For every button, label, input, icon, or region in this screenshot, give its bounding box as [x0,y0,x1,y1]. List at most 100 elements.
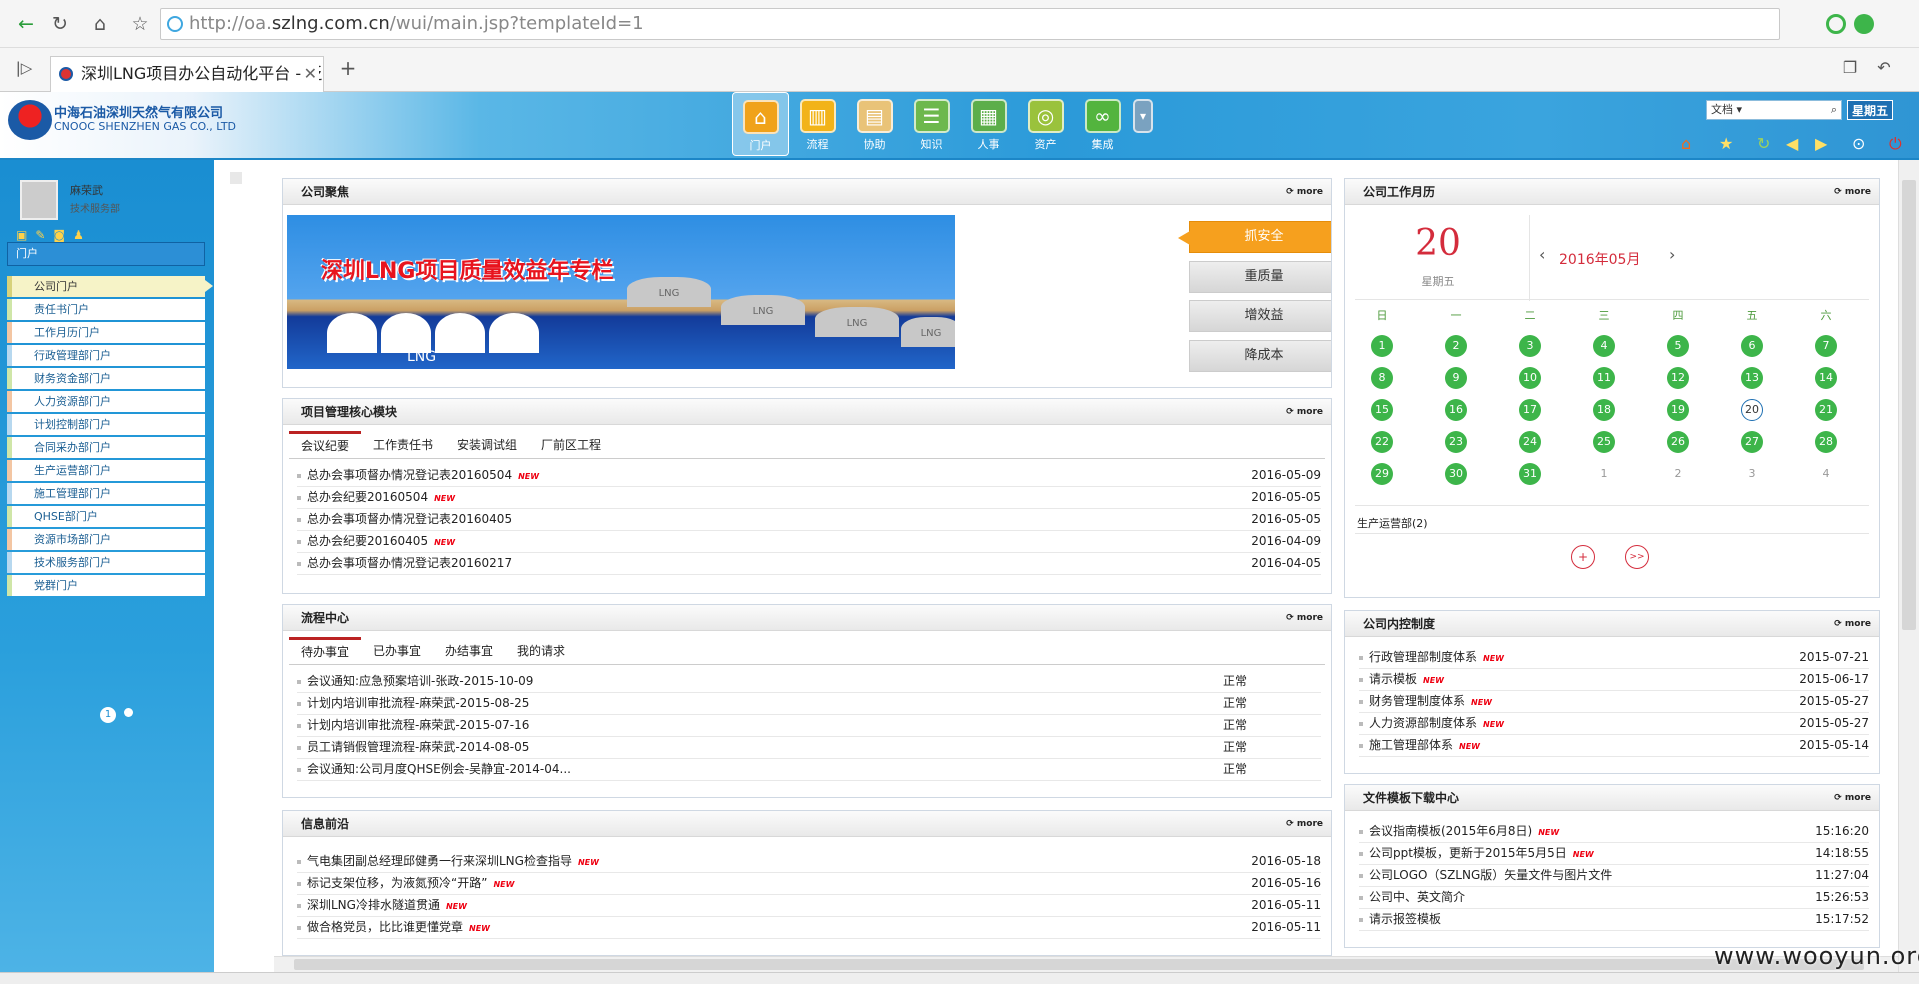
list-item[interactable]: 请示报签模板 15:17:52 [1359,909,1869,931]
calendar-day-cell[interactable]: 31 [1519,463,1541,485]
calendar-day-cell[interactable]: 21 [1815,399,1837,421]
search-input[interactable]: 文档 ▾ ⌕ [1706,100,1842,120]
sidebar-item-tech[interactable]: 技术服务部门户 [7,552,205,573]
sidebar-item-procurement[interactable]: 合同采办部门户 [7,437,205,458]
module-knowledge[interactable]: ☰ 知识 [903,92,960,156]
calendar-day-cell[interactable]: 17 [1519,399,1541,421]
focus-cost-button[interactable]: 降成本 [1189,340,1331,372]
list-item[interactable]: 标记支架位移，为液氮预冷“开路” NEW 2016-05-16 [297,873,1321,895]
tab-responsibility[interactable]: 工作责任书 [361,431,445,458]
people-icon[interactable]: ♟ [73,228,92,242]
more-link[interactable]: ⟳ more [1286,179,1323,205]
calendar-day-cell[interactable]: 7 [1815,335,1837,357]
calendar-day-cell[interactable]: 6 [1741,335,1763,357]
back-arrow-icon[interactable]: ◀ [1786,134,1798,153]
calendar-day-cell[interactable]: 29 [1371,463,1393,485]
list-item[interactable]: 公司LOGO（SZLNG版）矢量文件与图片文件 11:27:04 [1359,865,1869,887]
list-item[interactable]: 公司中、英文简介 15:26:53 [1359,887,1869,909]
calendar-day-cell[interactable]: 5 [1667,335,1689,357]
module-portal[interactable]: ⌂ 门户 [732,92,789,156]
sidebar-item-market[interactable]: 资源市场部门户 [7,529,205,550]
new-tab-icon[interactable]: + [334,54,362,82]
sidebar-item-finance[interactable]: 财务资金部门户 [7,368,205,389]
favorite-icon[interactable]: ★ [1719,134,1733,153]
tab-front-area[interactable]: 厂前区工程 [529,431,613,458]
calendar-day-cell[interactable]: 20 [1741,399,1763,421]
calendar-day-cell[interactable]: 1 [1593,463,1615,485]
list-item[interactable]: 财务管理制度体系 NEW 2015-05-27 [1359,691,1869,713]
list-item[interactable]: 深圳LNG冷排水隧道贯通 NEW 2016-05-11 [297,895,1321,917]
sidebar-item-operations[interactable]: 生产运营部门户 [7,460,205,481]
extension-leaf-icon[interactable] [1854,14,1874,34]
sidebar-item-hr[interactable]: 人力资源部门户 [7,391,205,412]
sidebar-item-calendar[interactable]: 工作月历门户 [7,322,205,343]
list-item[interactable]: 计划内培训审批流程-麻荣武-2015-07-16 正常 [297,715,1321,737]
calendar-day-cell[interactable]: 4 [1593,335,1615,357]
calendar-day-cell[interactable]: 23 [1445,431,1467,453]
book-icon[interactable]: ▣ [16,228,35,242]
calendar-day-cell[interactable]: 12 [1667,367,1689,389]
calendar-day-cell[interactable]: 24 [1519,431,1541,453]
next-month-icon[interactable]: › [1669,245,1675,264]
list-item[interactable]: 请示模板 NEW 2015-06-17 [1359,669,1869,691]
tab-meeting-minutes[interactable]: 会议纪要 [289,431,362,458]
module-assist[interactable]: ▤ 协助 [846,92,903,156]
page-dot-active[interactable]: 1 [100,707,116,723]
scroll-thumb[interactable] [1902,180,1916,630]
list-item[interactable]: 行政管理部制度体系 NEW 2015-07-21 [1359,647,1869,669]
focus-quality-button[interactable]: 重质量 [1189,261,1331,293]
star-icon[interactable]: ☆ [126,10,154,38]
close-tab-icon[interactable]: ✕ [301,57,319,91]
sidebar-item-construction[interactable]: 施工管理部门户 [7,483,205,504]
tab-todo[interactable]: 待办事宜 [289,637,362,664]
list-item[interactable]: 会议通知:应急预案培训-张政-2015-10-09 正常 [297,671,1321,693]
calendar-day-cell[interactable]: 27 [1741,431,1763,453]
calendar-day-cell[interactable]: 8 [1371,367,1393,389]
list-item[interactable]: 总办会事项督办情况登记表20160217 2016-04-05 [297,553,1321,575]
list-item[interactable]: 会议指南模板(2015年6月8日) NEW 15:16:20 [1359,821,1869,843]
list-item[interactable]: 总办会事项督办情况登记表20160405 2016-05-05 [297,509,1321,531]
page-dot[interactable] [124,708,133,717]
list-item[interactable]: 做合格党员，比比谁更懂党章 NEW 2016-05-11 [297,917,1321,939]
settings-icon[interactable]: ⊙ [1852,134,1865,153]
list-item[interactable]: 气电集团副总经理邱健勇一行来深圳LNG检查指导 NEW 2016-05-18 [297,851,1321,873]
note-icon[interactable]: ✎ [35,228,53,242]
tab-done[interactable]: 已办事宜 [361,637,433,664]
calendar-day-cell[interactable]: 3 [1741,463,1763,485]
scroll-thumb[interactable] [294,959,1864,970]
more-link[interactable]: ⟳ more [1286,399,1323,425]
theme-icon[interactable] [230,172,242,184]
module-integration[interactable]: ∞ 集成 [1074,92,1131,156]
calendar-day-cell[interactable]: 25 [1593,431,1615,453]
horizontal-scrollbar[interactable] [274,956,1898,972]
prev-month-icon[interactable]: ‹ [1539,245,1545,264]
more-link[interactable]: ⟳ more [1834,611,1871,637]
list-item[interactable]: 会议通知:公司月度QHSE例会-吴静宜-2014-04... 正常 [297,759,1321,781]
calendar-day-cell[interactable]: 30 [1445,463,1467,485]
sidebar-item-party[interactable]: 党群门户 [7,575,205,596]
module-assets[interactable]: ◎ 资产 [1017,92,1074,156]
calendar-day-cell[interactable]: 4 [1815,463,1837,485]
list-item[interactable]: 施工管理部体系 NEW 2015-05-14 [1359,735,1869,757]
calendar-note[interactable]: 生产运营部(2) [1357,515,1428,531]
more-link[interactable]: ⟳ more [1286,811,1323,837]
module-workflow[interactable]: ▥ 流程 [789,92,846,156]
refresh-icon[interactable]: ↻ [1757,134,1770,153]
focus-banner[interactable]: LNG LNG LNG LNG 深圳LNG项目质量效益年专栏 LNG [287,215,955,369]
more-link[interactable]: ⟳ more [1834,785,1871,811]
calendar-day-cell[interactable]: 14 [1815,367,1837,389]
logout-icon[interactable]: ⏻ [1889,134,1902,154]
sidebar-item-company[interactable]: 公司门户 [7,276,213,297]
portal-select[interactable]: 门户 [7,242,205,266]
calendar-day-cell[interactable]: 18 [1593,399,1615,421]
list-item[interactable]: 总办会纪要20160405 NEW 2016-04-09 [297,531,1321,553]
forward-button[interactable]: >> [1625,545,1649,569]
focus-safety-button[interactable]: 抓安全 [1178,221,1331,253]
extension-icon[interactable] [1826,14,1846,34]
forward-arrow-icon[interactable]: ▶ [1815,134,1827,153]
url-bar[interactable]: http://oa.szlng.com.cn/wui/main.jsp?temp… [160,8,1780,40]
sidebar-toggle-icon[interactable]: |▷ [10,54,38,82]
calendar-day-cell[interactable]: 1 [1371,335,1393,357]
calendar-day-cell[interactable]: 22 [1371,431,1393,453]
sidebar-item-responsibility[interactable]: 责任书门户 [7,299,205,320]
